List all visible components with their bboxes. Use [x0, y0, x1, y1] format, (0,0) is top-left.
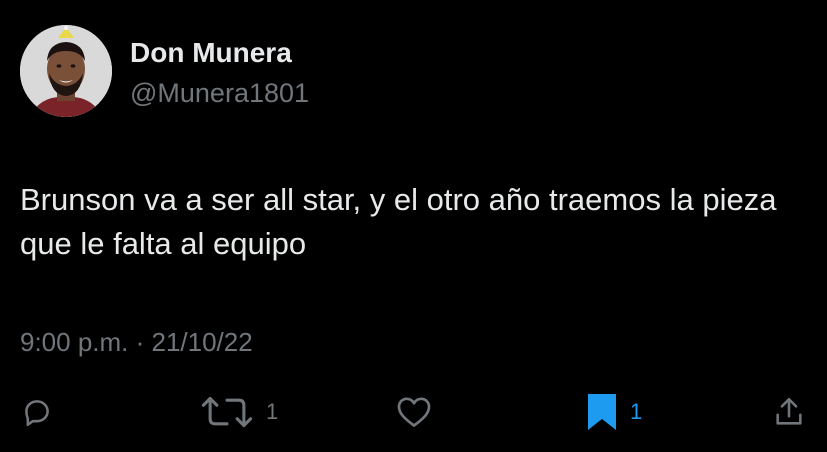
- share-icon: [776, 397, 802, 425]
- like-icon: [397, 397, 431, 427]
- bookmark-icon: [588, 394, 616, 430]
- bookmark-count: 1: [630, 399, 643, 424]
- retweet-count: 1: [266, 399, 279, 424]
- user-handle[interactable]: @Munera1801: [130, 78, 309, 109]
- share-button[interactable]: [772, 388, 806, 436]
- action-bar: 1 1: [0, 388, 827, 436]
- like-button[interactable]: [396, 388, 432, 436]
- tweet-text: Brunson va a ser all star, y el otro año…: [20, 182, 777, 261]
- tweet-card: Don Munera @Munera1801 Brunson va a ser …: [0, 0, 827, 452]
- retweet-icon: [201, 396, 253, 428]
- reply-button[interactable]: [20, 388, 54, 436]
- tweet-timestamp[interactable]: 9:00 p.m. · 21/10/22: [20, 327, 253, 358]
- retweet-button[interactable]: 1: [200, 388, 278, 436]
- reply-icon: [25, 400, 49, 427]
- avatar[interactable]: [20, 25, 112, 117]
- bookmark-button[interactable]: 1: [586, 388, 642, 436]
- display-name[interactable]: Don Munera: [130, 37, 292, 69]
